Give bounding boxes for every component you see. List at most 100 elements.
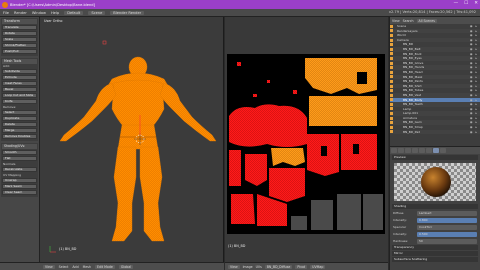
uv-view-menu[interactable]: View [228,264,240,269]
world-tab-icon[interactable] [405,148,411,153]
hardness-field[interactable]: 50 [417,238,477,244]
mark-seam-button[interactable]: Mark Seam [2,184,37,189]
object-type-icon [390,38,393,42]
diffuse-shader-select[interactable]: Lambert [417,210,477,216]
panel-header[interactable]: Shading/UVs: [2,144,37,149]
properties-editor: Preview Shading Diffuse Lambert Intensit… [389,146,480,270]
object-type-icon [390,24,393,28]
rotate-button[interactable]: Rotate [2,31,37,36]
recalculate-button[interactable]: Recalculate [2,167,37,172]
subdivide-button[interactable]: Subdivide [2,69,37,74]
loop-cut-button[interactable]: Loop Cut and Slide [2,93,37,98]
render-tab-icon[interactable] [391,148,397,153]
menu-file[interactable]: File [3,11,9,15]
scene-tab-icon[interactable] [398,148,404,153]
object-type-icon [390,84,393,88]
shrink-flatten-button[interactable]: Shrink/Flatten [2,43,37,48]
uv-texture-canvas[interactable] [227,54,385,234]
object-type-icon [390,125,393,129]
maximize-button[interactable]: ☐ [464,1,468,6]
panel-header[interactable]: Transform [2,19,37,24]
scale-button[interactable]: Scale [2,37,37,42]
uv-image-menu[interactable]: Image [243,265,253,269]
delete-button[interactable]: Delete [2,122,37,127]
duplicate-button[interactable]: Duplicate [2,116,37,121]
select-button[interactable]: Select [2,110,37,115]
object-type-icon [390,43,393,47]
remove-doubles-button[interactable]: Remove Doubles [2,134,37,139]
close-button[interactable]: ✕ [474,1,478,6]
menu-window[interactable]: Window [32,11,46,15]
section-label: Normals [3,162,16,166]
diffuse-row: Diffuse Lambert [393,210,477,216]
push-pull-button[interactable]: Push/Pull [2,49,37,54]
uvmap-selector[interactable]: UVMap [310,264,326,269]
clear-seam-button[interactable]: Clear Seam [2,190,37,195]
shading-section[interactable]: Shading [392,204,478,209]
outliner-row[interactable]: BN_BD_Pad ◉ ▸ [390,129,480,135]
outliner-view-menu[interactable]: View [392,19,400,23]
layout-selector[interactable]: Default [64,10,84,15]
uv-islands[interactable] [227,54,385,234]
smooth-button[interactable]: Smooth [2,150,37,155]
minimize-button[interactable]: — [454,1,459,6]
visibility-toggle-icon[interactable]: ◉ ▸ [470,130,478,135]
bevel-button[interactable]: Bevel [2,87,37,92]
uv-image-editor[interactable]: (1) BN_BD [225,17,388,262]
toolshelf-footer [0,262,40,270]
view-menu[interactable]: View [43,264,55,269]
3d-viewport-header: View Select Add Mesh Edit Mode Global [40,262,224,270]
select-menu[interactable]: Select [59,265,69,269]
menu-render[interactable]: Render [14,11,27,15]
mode-selector[interactable]: Edit Mode [95,264,115,269]
modifier-tab-icon[interactable] [419,148,425,153]
object-type-icon [390,61,393,65]
object-tab-icon[interactable] [412,148,418,153]
preview-section[interactable]: Preview [392,155,478,160]
sss-section[interactable]: Subsurface Scattering [392,257,478,262]
object-type-icon [390,107,393,111]
3d-viewport[interactable]: User Ortho (1) BN_BD [40,17,224,262]
specular-shader-select[interactable]: CookTorr [417,224,477,230]
menu-help[interactable]: Help [51,11,59,15]
image-selector[interactable]: BN_BD_Diffuse [264,264,293,269]
outliner: View Search All Scenes Scene ◉ ▸ RenderLay… [389,17,480,146]
info-header: File Render Window Help Default Scene Bl… [0,9,480,17]
window-title: Blender* [C:\Users\Admin\Desktop\Bane.bl… [10,2,95,7]
add-menu[interactable]: Add [72,265,78,269]
mesh-menu[interactable]: Mesh [83,265,91,269]
uv-editor-header: View Image UVs BN_BD_Diffuse Pivot UVMap [225,262,388,270]
flat-button[interactable]: Flat [2,156,37,161]
diffuse-intensity-field[interactable]: 0.800 [417,217,477,223]
pivot-selector[interactable]: Pivot [295,264,308,269]
uvs-menu[interactable]: UVs [256,265,262,269]
outliner-search-menu[interactable]: Search [403,19,414,23]
texture-tab-icon[interactable] [440,148,446,153]
merge-button[interactable]: Merge [2,128,37,133]
translate-button[interactable]: Translate [2,25,37,30]
mesh-view[interactable] [40,17,224,262]
object-type-icon [390,52,393,56]
specular-intensity-field[interactable]: 0.500 [417,231,477,237]
knife-button[interactable]: Knife [2,99,37,104]
scene-selector[interactable]: Scene [88,10,106,15]
object-type-icon [390,79,393,83]
material-tab-icon[interactable] [433,148,439,153]
extrude-button[interactable]: Extrude [2,75,37,80]
tool-shelf: Transform Translate Rotate Scale Shrink/… [0,17,40,262]
inset-button[interactable]: Inset Faces [2,81,37,86]
transparency-section[interactable]: Transparency [392,245,478,250]
diffuse-label: Diffuse [393,211,404,215]
render-engine-selector[interactable]: Blender Render [110,10,145,15]
object-label: (1) BN_BD [59,247,77,251]
character-mesh [59,56,217,242]
outliner-display-mode[interactable]: All Scenes [416,18,437,23]
specular-row: Specular CookTorr [393,224,477,230]
unwrap-button[interactable]: Unwrap [2,178,37,183]
window-titlebar: Blender* [C:\Users\Admin\Desktop\Bane.bl… [0,0,480,9]
orientation-selector[interactable]: Global [118,264,134,269]
data-tab-icon[interactable] [426,148,432,153]
object-type-icon [390,29,393,33]
properties-tabs [390,147,480,154]
mirror-section[interactable]: Mirror [392,251,478,256]
